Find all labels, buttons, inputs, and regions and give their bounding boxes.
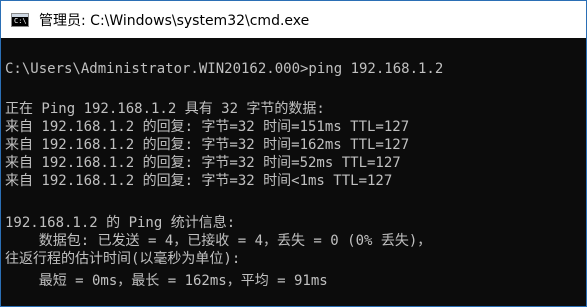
console-line: 正在 Ping 192.168.1.2 具有 32 字节的数据: [5, 101, 325, 117]
cmd-icon-glyph: C:\ [14, 16, 27, 25]
console-line: 数据包: 已发送 = 4，已接收 = 4，丢失 = 0 (0% 丢失)， [5, 233, 432, 249]
console-line: 来自 192.168.1.2 的回复: 字节=32 时间=162ms TTL=1… [5, 137, 410, 153]
console-line: 来自 192.168.1.2 的回复: 字节=32 时间=52ms TTL=12… [5, 155, 401, 171]
cmd-window: C:\ 管理员: C:\Windows\system32\cmd.exe C:\… [0, 0, 587, 307]
console-line-prompt: C:\Users\Administrator.WIN20162.000>ping… [5, 61, 444, 77]
console-line: 来自 192.168.1.2 的回复: 字节=32 时间<1ms TTL=127 [5, 173, 393, 189]
cmd-icon[interactable]: C:\ [11, 12, 29, 27]
console-line: 最短 = 0ms，最长 = 162ms，平均 = 91ms [5, 273, 328, 289]
window-title: 管理员: C:\Windows\system32\cmd.exe [39, 12, 310, 29]
console-line: 192.168.1.2 的 Ping 统计信息: [5, 215, 236, 231]
console-line: 来自 192.168.1.2 的回复: 字节=32 时间=151ms TTL=1… [5, 119, 410, 135]
title-bar[interactable]: C:\ 管理员: C:\Windows\system32\cmd.exe [1, 1, 586, 38]
console-output[interactable]: C:\Users\Administrator.WIN20162.000>ping… [1, 38, 586, 306]
console-line: 往返行程的估计时间(以毫秒为单位): [5, 251, 241, 267]
